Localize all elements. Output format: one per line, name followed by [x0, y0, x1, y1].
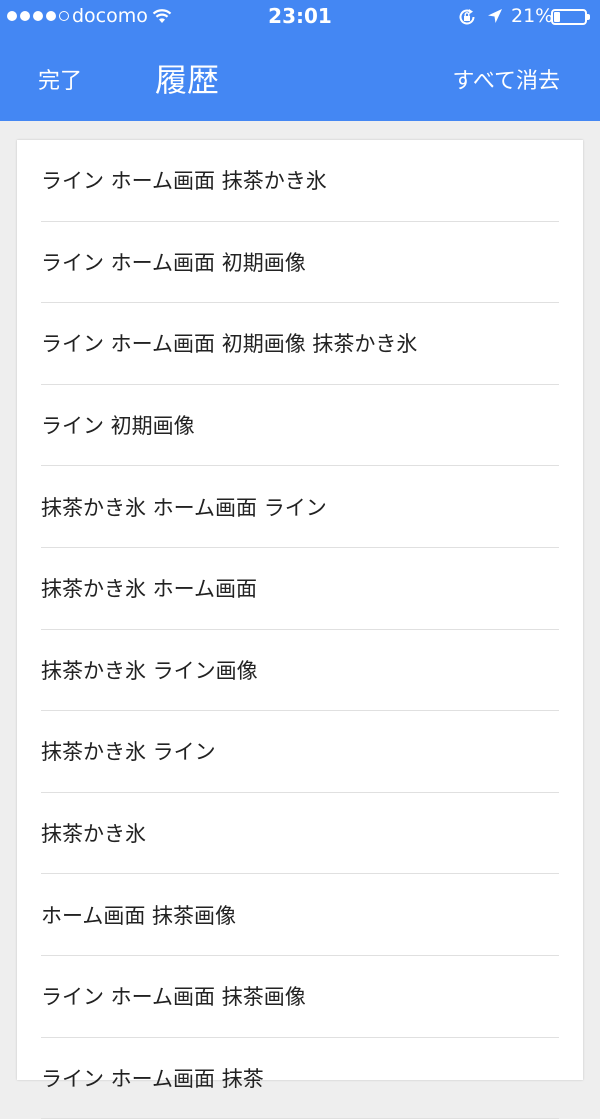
history-list: ライン ホーム画面 抹茶かき氷 ライン ホーム画面 初期画像 ライン ホーム画面 初… [17, 140, 583, 1119]
history-item[interactable]: ライン ホーム画面 初期画像 抹茶かき氷 [41, 303, 559, 385]
history-item[interactable]: ライン 初期画像 [41, 385, 559, 467]
history-item[interactable]: 抹茶かき氷 ホーム画面 [41, 548, 559, 630]
done-button[interactable]: 完了 [38, 63, 82, 95]
history-item[interactable]: 抹茶かき氷 ホーム画面 ライン [41, 466, 559, 548]
history-item[interactable]: ライン ホーム画面 抹茶画像 [41, 956, 559, 1038]
history-item[interactable]: ライン ホーム画面 抹茶 [41, 1038, 559, 1119]
location-arrow-icon [486, 7, 504, 30]
status-time: 23:01 [268, 4, 332, 28]
rotation-lock-icon [457, 7, 477, 32]
battery-icon [551, 9, 590, 25]
history-item[interactable]: ライン ホーム画面 抹茶かき氷 [41, 140, 559, 222]
battery-percentage: 21% [511, 5, 554, 27]
history-item[interactable]: 抹茶かき氷 ライン画像 [41, 630, 559, 712]
status-bar: docomo 23:01 21% [0, 0, 600, 34]
history-list-card: ライン ホーム画面 抹茶かき氷 ライン ホーム画面 初期画像 ライン ホーム画面 初… [17, 140, 583, 1119]
battery-nub [587, 14, 590, 20]
battery-fill [554, 12, 560, 22]
history-item[interactable]: 抹茶かき氷 [41, 793, 559, 875]
clear-all-button[interactable]: すべて消去 [452, 63, 560, 95]
history-item[interactable]: 抹茶かき氷 ライン [41, 711, 559, 793]
navigation-header: docomo 23:01 21% 完了 履歴 すべて消去 [0, 0, 600, 121]
history-item[interactable]: ホーム画面 抹茶画像 [41, 874, 559, 956]
page-title: 履歴 [155, 61, 220, 99]
history-item[interactable]: ライン ホーム画面 初期画像 [41, 222, 559, 304]
